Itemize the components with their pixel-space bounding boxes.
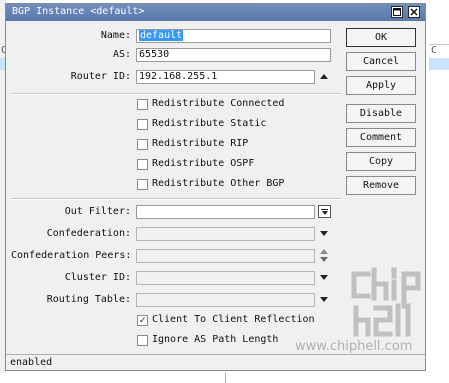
redistribute-connected-label: Redistribute Connected [152, 98, 285, 109]
confederation-peers-input[interactable] [136, 249, 315, 263]
as-label: AS: [112, 49, 131, 60]
status-text: enabled [10, 357, 53, 368]
close-button[interactable] [408, 6, 420, 18]
cluster-id-dropdown-button[interactable] [320, 275, 328, 280]
cluster-id-label: Cluster ID: [64, 272, 131, 283]
remove-button[interactable]: Remove [346, 176, 416, 195]
routing-table-dropdown-button[interactable] [320, 297, 328, 302]
redistribute-connected-checkbox[interactable] [137, 99, 148, 110]
as-input[interactable]: 65530 [136, 48, 331, 62]
chevron-down-icon [321, 210, 328, 215]
router-id-input[interactable]: 192.168.255.1 [136, 70, 315, 84]
routing-table-label: Routing Table: [46, 294, 131, 305]
disable-button[interactable]: Disable [346, 104, 416, 123]
router-id-collapse-button[interactable] [320, 74, 328, 79]
out-filter-dropdown-button[interactable] [318, 205, 331, 218]
router-id-label: Router ID: [70, 71, 131, 82]
watermark-logo [350, 266, 440, 341]
client-to-client-reflection-label: Client To Client Reflection [152, 314, 315, 325]
ignore-as-path-length-checkbox[interactable] [137, 335, 148, 346]
background-divider-bottom [225, 372, 226, 383]
dialog-title: BGP Instance <default> [12, 6, 145, 17]
apply-button[interactable]: Apply [346, 76, 416, 95]
chiphell-logo-icon [351, 267, 421, 337]
watermark-text: www.chiphell.com [295, 339, 413, 354]
bar-icon [321, 208, 328, 210]
confederation-label: Confederation: [46, 228, 131, 239]
redistribute-rip-checkbox[interactable] [137, 139, 148, 150]
background-selected-row-right [429, 58, 449, 70]
chevron-down-icon [320, 231, 328, 236]
client-to-client-reflection-checkbox[interactable]: ✓ [137, 315, 148, 326]
confederation-peers-label: Confederation Peers: [11, 250, 132, 261]
out-filter-input[interactable] [136, 205, 315, 219]
arrow-up-icon [320, 74, 328, 79]
confederation-dropdown-button[interactable] [320, 231, 328, 236]
checkmark-icon: ✓ [139, 315, 146, 326]
redistribute-ospf-label: Redistribute OSPF [152, 158, 255, 169]
cluster-id-input[interactable] [136, 271, 315, 285]
status-bar [6, 354, 425, 370]
redistribute-rip-label: Redistribute RIP [152, 138, 249, 149]
separator [11, 198, 342, 200]
cancel-button[interactable]: Cancel [346, 52, 416, 71]
redistribute-static-label: Redistribute Static [152, 118, 267, 129]
redistribute-other-bgp-checkbox[interactable] [137, 179, 148, 190]
copy-button[interactable]: Copy [346, 152, 416, 171]
name-input[interactable]: default [136, 29, 331, 43]
ignore-as-path-length-label: Ignore AS Path Length [152, 334, 279, 345]
name-input-value: default [139, 30, 184, 41]
close-icon [410, 8, 418, 16]
redistribute-other-bgp-label: Redistribute Other BGP [152, 178, 285, 189]
confederation-input[interactable] [136, 227, 315, 241]
maximize-button[interactable] [391, 6, 403, 18]
comment-button[interactable]: Comment [346, 128, 416, 147]
chevron-down-icon [320, 275, 328, 280]
chevron-down-icon [320, 297, 328, 302]
name-label: Name: [100, 30, 131, 41]
confederation-peers-spin-button[interactable] [320, 249, 328, 262]
separator [11, 93, 342, 95]
background-text-right: C [431, 45, 438, 56]
maximize-icon [393, 8, 401, 16]
arrow-up-icon [320, 249, 328, 254]
redistribute-ospf-checkbox[interactable] [137, 159, 148, 170]
ok-button[interactable]: OK [346, 28, 416, 47]
redistribute-static-checkbox[interactable] [137, 119, 148, 130]
out-filter-label: Out Filter: [64, 206, 131, 217]
chevron-down-icon [320, 257, 328, 262]
routing-table-input[interactable] [136, 293, 315, 307]
